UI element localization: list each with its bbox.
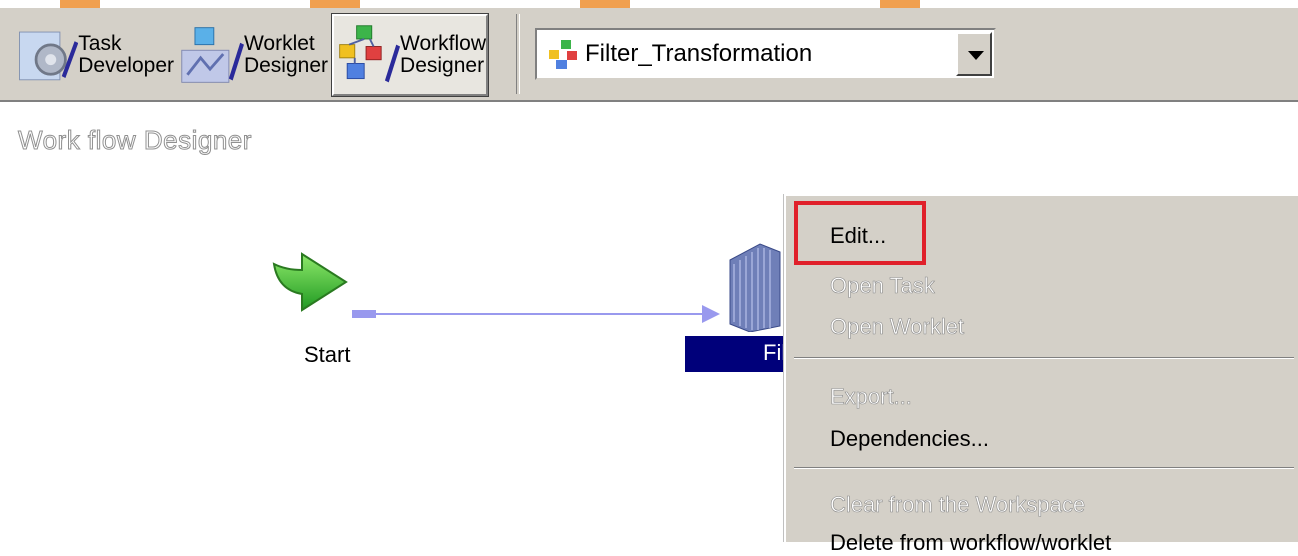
workflow-select-value: Filter_Transformation — [585, 40, 813, 67]
menu-item-open-task[interactable]: Open Task — [830, 273, 935, 299]
workflow-link[interactable] — [376, 313, 706, 315]
designer-toolbar: Task Developer Worklet Designer Workflow… — [0, 8, 1298, 102]
page-title: Work flow Designer — [18, 125, 252, 156]
edit-highlight-box — [794, 201, 926, 265]
top-decoration — [880, 0, 920, 8]
worklet-designer-icon — [181, 27, 244, 83]
menu-item-delete[interactable]: Delete from workflow/worklet — [830, 530, 1111, 556]
worklet-designer-button[interactable]: Worklet Designer — [178, 14, 328, 96]
link-origin — [352, 310, 376, 318]
link-arrowhead — [702, 305, 720, 323]
menu-item-export[interactable]: Export... — [830, 384, 913, 410]
task-developer-label-line2: Developer — [78, 54, 174, 77]
session-task-label[interactable]: Fil — [685, 336, 790, 372]
workflow-select[interactable]: Filter_Transformation — [535, 28, 996, 80]
worklet-designer-label-line2: Designer — [243, 54, 328, 77]
task-developer-label-line1: Task — [78, 32, 122, 55]
menu-item-dependencies[interactable]: Dependencies... — [830, 426, 989, 452]
top-decoration — [310, 0, 360, 8]
menu-item-open-worklet[interactable]: Open Worklet — [830, 314, 965, 340]
start-task-icon[interactable] — [268, 246, 358, 318]
menu-separator — [794, 467, 1294, 469]
menu-item-clear-workspace[interactable]: Clear from the Workspace — [830, 492, 1086, 518]
menu-separator — [794, 357, 1294, 359]
top-decoration — [60, 0, 100, 8]
workflow-designer-button[interactable]: Workflow Designer — [331, 13, 489, 97]
chevron-down-icon[interactable] — [956, 32, 992, 76]
session-task-icon[interactable] — [720, 240, 786, 332]
start-task-label: Start — [304, 342, 351, 367]
top-decoration — [580, 0, 630, 8]
workflow-designer-label-line1: Workflow — [400, 32, 486, 55]
task-developer-button[interactable]: Task Developer — [14, 14, 174, 96]
toolbar-divider — [516, 14, 520, 94]
workflow-designer-icon — [339, 25, 401, 83]
worklet-designer-label-line1: Worklet — [243, 32, 315, 55]
workflow-designer-label-line2: Designer — [400, 54, 485, 77]
workflow-icon — [549, 40, 577, 69]
task-developer-icon — [19, 31, 79, 81]
